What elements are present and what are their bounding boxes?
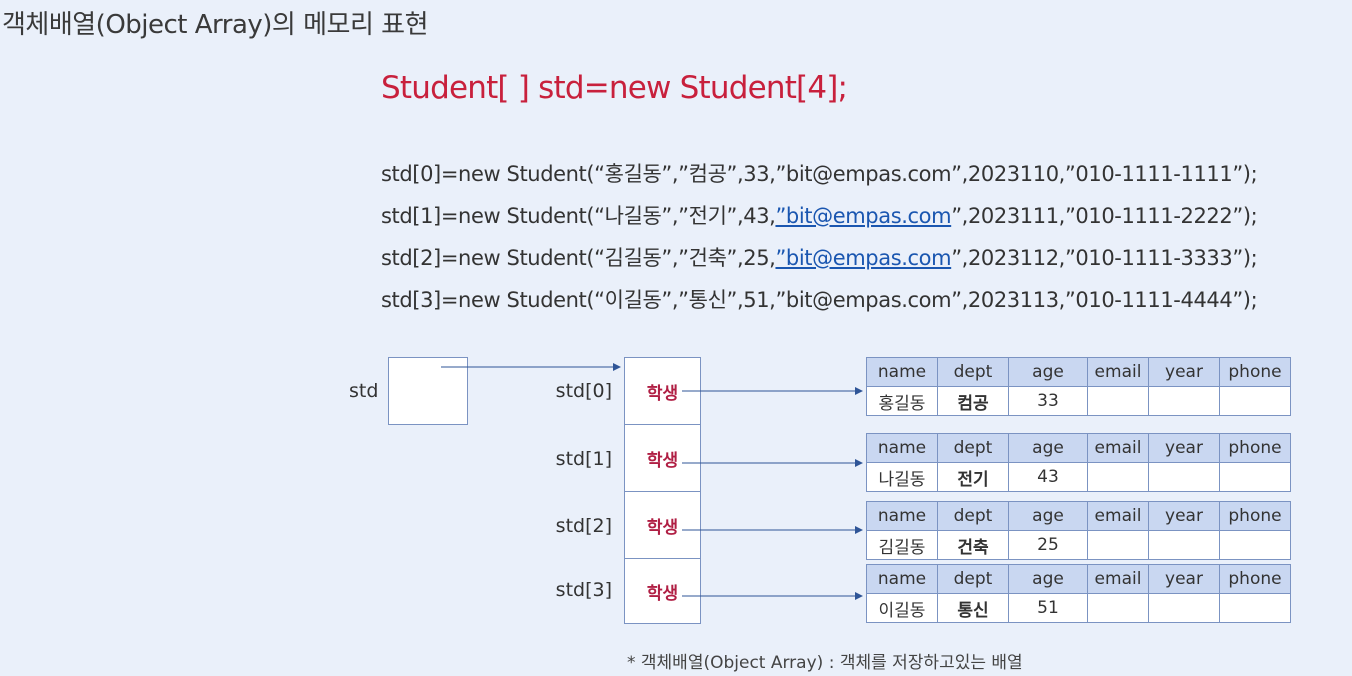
- header-cell: age: [1008, 501, 1088, 531]
- header-cell: name: [866, 501, 938, 531]
- dept-cell: 컴공: [937, 386, 1009, 416]
- name-cell: 김길동: [866, 530, 938, 560]
- header-cell: dept: [937, 357, 1009, 387]
- header-cell: email: [1087, 433, 1149, 463]
- code-line-2: std[2]=new Student(“김길동”,”건축”,25,”bit@em…: [381, 242, 1258, 272]
- header-cell: phone: [1219, 357, 1291, 387]
- array-cell-1: 학생: [624, 424, 701, 492]
- header-cell: year: [1148, 501, 1220, 531]
- table-header-row: name dept age email year phone: [866, 564, 1291, 594]
- array-declaration: Student[ ] std=new Student[4];: [381, 70, 848, 106]
- header-cell: phone: [1219, 501, 1291, 531]
- header-cell: email: [1087, 501, 1149, 531]
- email-cell: [1087, 386, 1149, 416]
- header-cell: email: [1087, 564, 1149, 594]
- header-cell: phone: [1219, 564, 1291, 594]
- email-link[interactable]: ”bit@empas.com: [775, 246, 951, 270]
- header-cell: year: [1148, 564, 1220, 594]
- header-cell: phone: [1219, 433, 1291, 463]
- code-text: std[0]=new Student(“홍길동”,”컴공”,33,”bit@em…: [381, 162, 1258, 186]
- header-cell: dept: [937, 501, 1009, 531]
- array-index-label: std[2]: [555, 515, 612, 537]
- cell-text: 학생: [646, 517, 679, 538]
- table-row: 홍길동 컴공 33: [866, 386, 1291, 416]
- email-cell: [1087, 462, 1149, 492]
- email-cell: [1087, 593, 1149, 623]
- student-object-table: name dept age email year phone 홍길동 컴공 33: [866, 357, 1291, 416]
- header-cell: name: [866, 564, 938, 594]
- header-cell: dept: [937, 433, 1009, 463]
- email-cell: [1087, 530, 1149, 560]
- page-title: 객체배열(Object Array)의 메모리 표현: [2, 10, 429, 40]
- age-cell: 43: [1008, 462, 1088, 492]
- code-line-3: std[3]=new Student(“이길동”,”통신”,51,”bit@em…: [381, 284, 1258, 314]
- age-cell: 25: [1008, 530, 1088, 560]
- array-cell-0: 학생: [624, 357, 701, 425]
- header-cell: year: [1148, 357, 1220, 387]
- table-row: 김길동 건축 25: [866, 530, 1291, 560]
- array-cell-3: 학생: [624, 558, 701, 624]
- student-object-table: name dept age email year phone 나길동 전기 43: [866, 433, 1291, 492]
- name-cell: 나길동: [866, 462, 938, 492]
- code-text: std[1]=new Student(“나길동”,”전기”,43,: [381, 204, 776, 228]
- code-line-0: std[0]=new Student(“홍길동”,”컴공”,33,”bit@em…: [381, 158, 1258, 188]
- array-cell-2: 학생: [624, 491, 701, 559]
- age-cell: 33: [1008, 386, 1088, 416]
- student-object-table: name dept age email year phone 이길동 통신 51: [866, 564, 1291, 623]
- code-text: std[3]=new Student(“이길동”,”통신”,51,”bit@em…: [381, 288, 1258, 312]
- name-cell: 홍길동: [866, 386, 938, 416]
- header-cell: age: [1008, 564, 1088, 594]
- array-index-label: std[0]: [555, 380, 612, 402]
- code-line-1: std[1]=new Student(“나길동”,”전기”,43,”bit@em…: [381, 200, 1258, 230]
- phone-cell: [1219, 593, 1291, 623]
- table-row: 이길동 통신 51: [866, 593, 1291, 623]
- dept-cell: 통신: [937, 593, 1009, 623]
- header-cell: age: [1008, 357, 1088, 387]
- header-cell: email: [1087, 357, 1149, 387]
- header-cell: name: [866, 433, 938, 463]
- dept-cell: 전기: [937, 462, 1009, 492]
- age-cell: 51: [1008, 593, 1088, 623]
- cell-text: 학생: [646, 450, 679, 471]
- footnote: * 객체배열(Object Array) : 객체를 저장하고있는 배열: [627, 653, 1023, 673]
- reference-variable-label: std: [349, 380, 379, 402]
- name-cell: 이길동: [866, 593, 938, 623]
- table-header-row: name dept age email year phone: [866, 501, 1291, 531]
- year-cell: [1148, 593, 1220, 623]
- table-header-row: name dept age email year phone: [866, 357, 1291, 387]
- array-index-label: std[1]: [555, 448, 612, 470]
- phone-cell: [1219, 386, 1291, 416]
- year-cell: [1148, 386, 1220, 416]
- header-cell: name: [866, 357, 938, 387]
- year-cell: [1148, 530, 1220, 560]
- header-cell: year: [1148, 433, 1220, 463]
- code-text: std[2]=new Student(“김길동”,”건축”,25,: [381, 246, 776, 270]
- code-text: ”,2023112,”010-1111-3333”);: [951, 246, 1258, 270]
- code-text: ”,2023111,”010-1111-2222”);: [951, 204, 1258, 228]
- phone-cell: [1219, 530, 1291, 560]
- table-header-row: name dept age email year phone: [866, 433, 1291, 463]
- email-link[interactable]: ”bit@empas.com: [775, 204, 951, 228]
- array-index-label: std[3]: [555, 579, 612, 601]
- cell-text: 학생: [646, 383, 679, 404]
- header-cell: age: [1008, 433, 1088, 463]
- dept-cell: 건축: [937, 530, 1009, 560]
- student-object-table: name dept age email year phone 김길동 건축 25: [866, 501, 1291, 560]
- table-row: 나길동 전기 43: [866, 462, 1291, 492]
- reference-variable-box: [388, 357, 468, 425]
- cell-text: 학생: [646, 583, 679, 604]
- year-cell: [1148, 462, 1220, 492]
- phone-cell: [1219, 462, 1291, 492]
- header-cell: dept: [937, 564, 1009, 594]
